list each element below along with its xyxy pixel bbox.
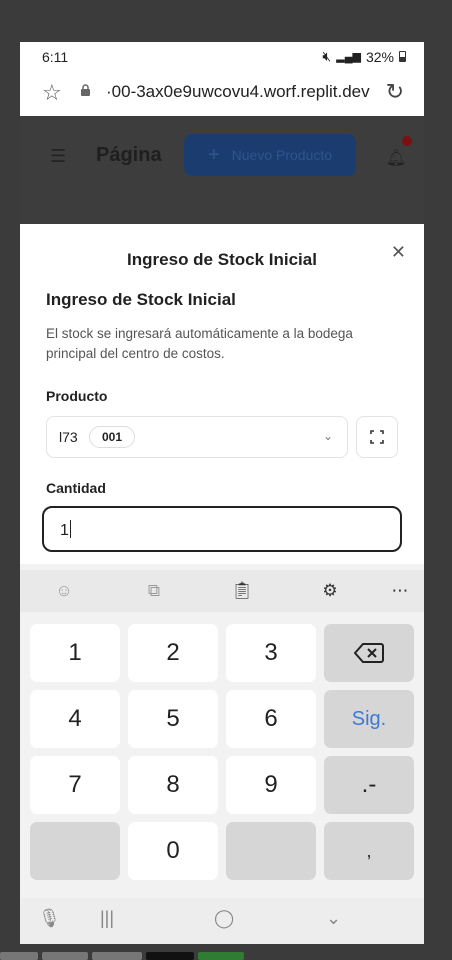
scan-icon [370,430,384,444]
backspace-key[interactable] [324,624,414,682]
system-nav-bar: 🎙︎ ||| ◯ ⌄ [20,898,424,944]
browser-url-bar: ☆ ·00-3ax0e9uwcovu4.worf.replit.dev ↻ [20,70,424,116]
quantity-input[interactable]: 1 [42,506,402,552]
scan-button[interactable] [356,416,398,458]
key-5[interactable]: 5 [128,690,218,748]
key-7[interactable]: 7 [30,756,120,814]
taskbar-item[interactable] [92,952,142,960]
battery-percent: 32% [365,48,394,65]
new-product-label: Nuevo Producto [231,147,333,163]
url-text[interactable]: ·00-3ax0e9uwcovu4.worf.replit.dev [106,82,370,102]
star-icon[interactable]: ☆ [42,80,62,106]
bell-icon[interactable]: 🔔︎ [386,148,406,168]
taskbar-item[interactable] [42,952,88,960]
plus-icon: + [207,143,220,166]
new-product-button[interactable]: + Nuevo Producto [184,134,356,176]
product-value: l73 [59,429,78,445]
menu-icon[interactable]: ☰ [50,146,66,167]
blank-key-right [226,822,316,880]
status-bar: 6:11 🔇︎ ▂▄▆ 32% [20,42,424,70]
key-0[interactable]: 0 [128,822,218,880]
chevron-down-icon: ⌄ [322,429,333,443]
product-select[interactable]: l73 001 ⌄ [46,416,348,458]
key-2[interactable]: 2 [128,624,218,682]
key-9[interactable]: 9 [226,756,316,814]
key-6[interactable]: 6 [226,690,316,748]
close-icon[interactable]: ✕ [391,242,406,263]
key-4[interactable]: 4 [30,690,120,748]
clipboard-icon[interactable]: 📋︎ [228,578,256,604]
mic-icon[interactable]: 🎙︎ [38,908,61,929]
next-key-label: Sig. [351,707,387,730]
modal-description: El stock se ingresará automáticamente a … [46,326,353,361]
emoji-icon[interactable]: ☺ [50,578,78,604]
mute-icon: 🔇︎ [322,48,332,64]
taskbar-item[interactable] [0,952,38,960]
status-icons: 🔇︎ ▂▄▆ 32% [322,48,406,65]
text-caret [69,520,72,538]
backspace-icon [354,643,384,663]
taskbar-item[interactable] [146,952,194,960]
battery-icon [399,51,406,62]
key-3[interactable]: 3 [226,624,316,682]
product-label: Producto [46,388,108,404]
stock-modal: Ingreso de Stock Inicial ✕ Ingreso de St… [20,224,424,564]
more-icon[interactable]: ⋯ [386,578,414,604]
comma-key[interactable]: , [324,822,414,880]
modal-title: Ingreso de Stock Inicial [127,250,317,269]
recents-icon[interactable]: ||| [100,908,114,929]
lock-icon [81,84,90,96]
taskbar-strip [0,952,452,960]
page-title: Página [96,144,162,166]
quantity-value: 1 [60,522,69,539]
reload-icon[interactable]: ↻ [386,79,404,105]
notification-dot [402,136,412,146]
dot-dash-key[interactable]: .- [324,756,414,814]
app-header: ☰ Página + Nuevo Producto 🔔︎ [20,116,424,224]
blank-key-left [30,822,120,880]
home-icon[interactable]: ◯ [214,908,234,929]
key-8[interactable]: 8 [128,756,218,814]
translate-icon[interactable]: ⧉ [140,578,168,604]
phone-screen: 6:11 🔇︎ ▂▄▆ 32% ☆ ·00-3ax0e9uwcovu4.worf… [20,42,424,944]
key-1[interactable]: 1 [30,624,120,682]
taskbar-item[interactable] [198,952,244,960]
modal-heading: Ingreso de Stock Inicial [46,290,236,309]
settings-icon[interactable]: ⚙ [316,578,344,604]
back-icon[interactable]: ⌄ [326,908,341,929]
signal-icon: ▂▄▆ [336,51,361,63]
status-time: 6:11 [42,49,69,65]
product-code-badge: 001 [89,426,136,448]
keyboard-toolbar: ☺ ⧉ 📋︎ ⚙ ⋯ [20,570,424,612]
next-key[interactable]: Sig. [324,690,414,748]
quantity-label: Cantidad [46,480,106,496]
